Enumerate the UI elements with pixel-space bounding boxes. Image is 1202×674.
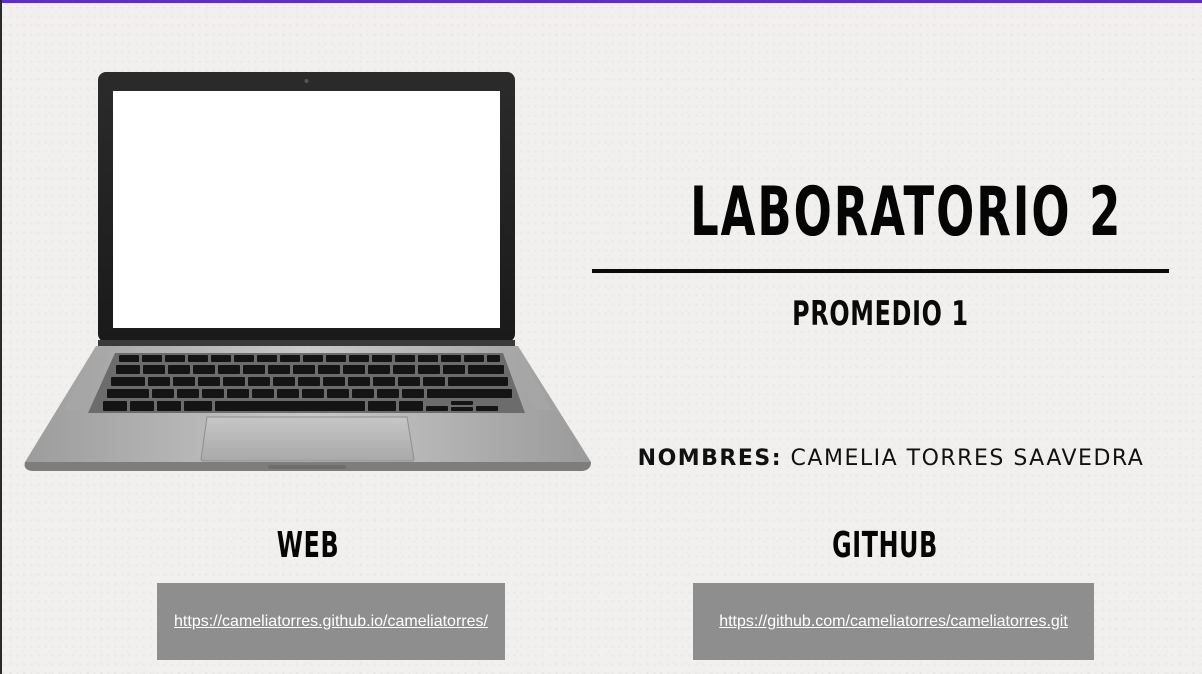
author-line: NOMBRES: CAMELIA TORRES SAAVEDRA bbox=[592, 444, 1190, 474]
top-accent-bar bbox=[0, 0, 1202, 3]
laptop-screen bbox=[113, 91, 500, 328]
page-title: LABORATORIO 2 bbox=[690, 173, 1123, 252]
left-border bbox=[0, 0, 2, 674]
web-link-box: https://cameliatorres.github.io/cameliat… bbox=[157, 583, 505, 660]
page-subtitle: PROMEDIO 1 bbox=[792, 294, 969, 334]
github-link-box: https://github.com/cameliatorres/camelia… bbox=[693, 583, 1094, 660]
author-label: NOMBRES: bbox=[637, 446, 783, 471]
author-name: CAMELIA TORRES SAAVEDRA bbox=[790, 446, 1145, 471]
laptop-trackpad bbox=[200, 416, 415, 462]
web-link[interactable]: https://cameliatorres.github.io/cameliat… bbox=[174, 613, 488, 631]
laptop-icon bbox=[24, 72, 592, 471]
title-divider bbox=[592, 269, 1169, 273]
web-heading: WEB bbox=[276, 525, 340, 566]
github-link[interactable]: https://github.com/cameliatorres/camelia… bbox=[719, 613, 1068, 631]
github-heading: GITHUB bbox=[832, 525, 938, 566]
laptop-camera bbox=[304, 79, 309, 83]
